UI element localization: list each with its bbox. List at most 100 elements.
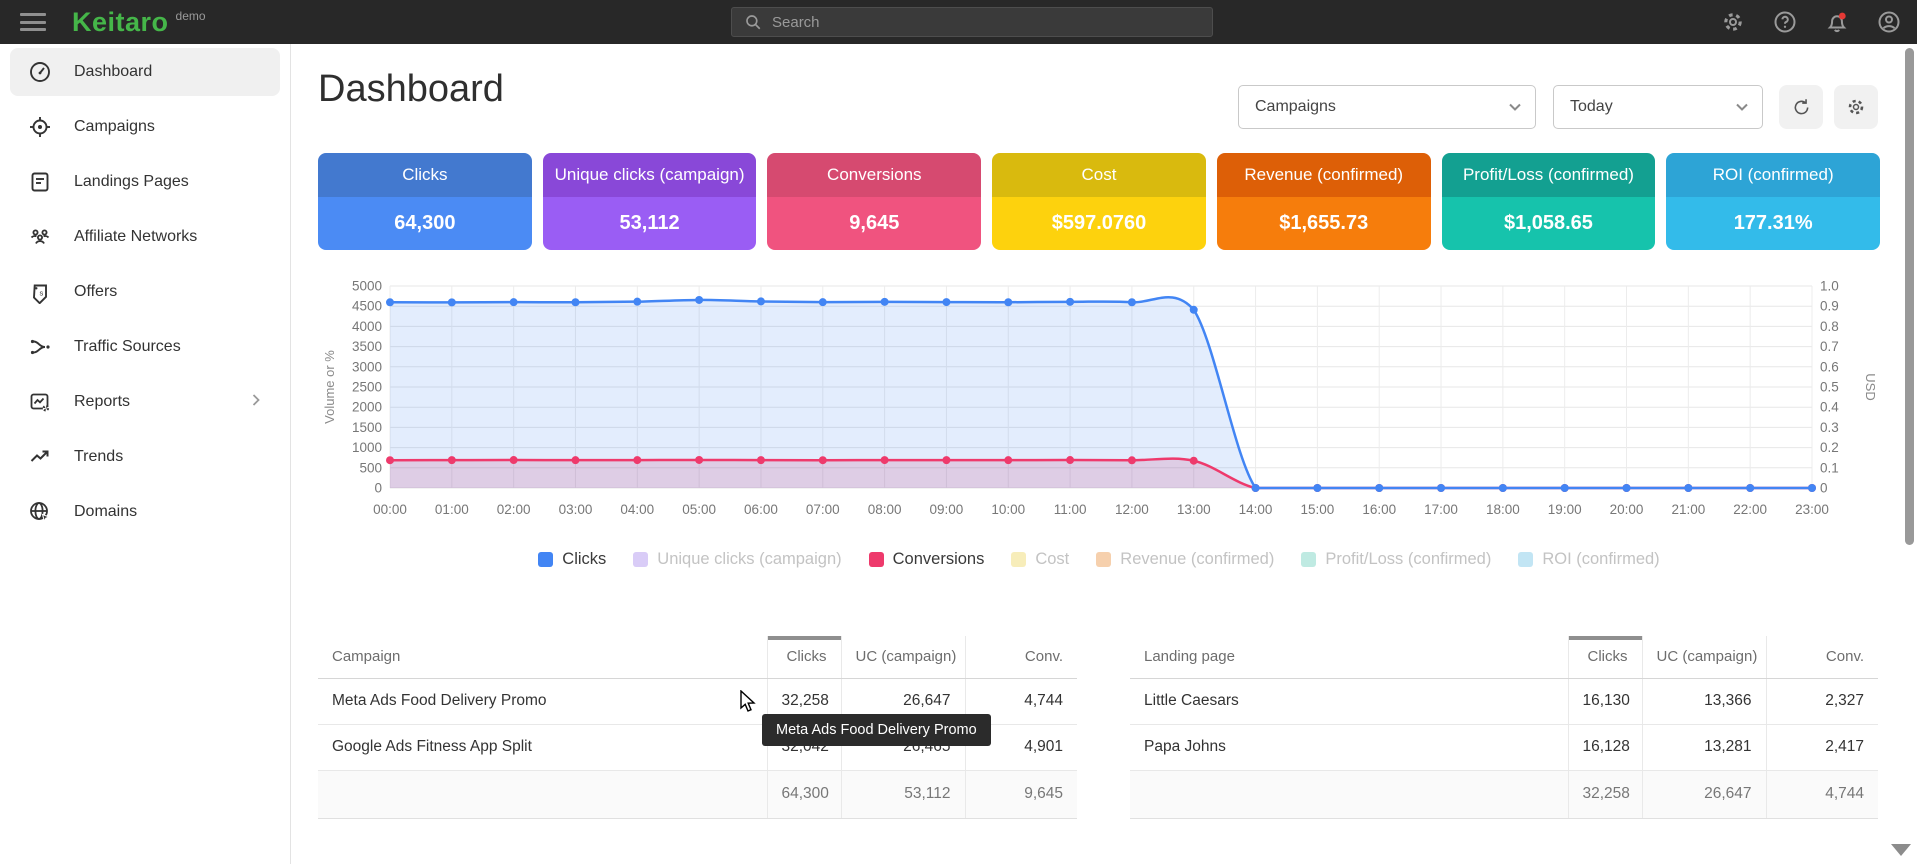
search-input[interactable] xyxy=(772,14,1212,31)
sidebar-item-campaigns[interactable]: Campaigns xyxy=(10,103,280,151)
account-icon[interactable] xyxy=(1877,10,1901,34)
landing-doc-icon xyxy=(28,170,52,194)
sidebar-item-trends[interactable]: Trends xyxy=(10,433,280,481)
svg-text:18:00: 18:00 xyxy=(1486,502,1520,517)
scroll-down-indicator[interactable] xyxy=(1891,844,1911,856)
row-value-cell: 2,417 xyxy=(1766,724,1878,770)
row-tooltip: Meta Ads Food Delivery Promo xyxy=(762,714,991,746)
stat-card-roi-confirmed-[interactable]: ROI (confirmed)177.31% xyxy=(1666,153,1880,250)
column-header-conv-[interactable]: Conv. xyxy=(1766,636,1878,678)
row-name-cell[interactable]: Google Ads Fitness App Split xyxy=(318,724,767,770)
stat-card-conversions[interactable]: Conversions9,645 xyxy=(767,153,981,250)
column-header-clicks[interactable]: Clicks xyxy=(1568,636,1642,678)
chevron-down-icon xyxy=(1734,99,1750,115)
total-cell xyxy=(318,770,767,818)
globe-cursor-icon xyxy=(28,500,52,524)
column-header-landing-page[interactable]: Landing page xyxy=(1130,636,1568,678)
row-name-cell[interactable]: Meta Ads Food Delivery Promo xyxy=(318,678,767,724)
stat-card-clicks[interactable]: Clicks64,300 xyxy=(318,153,532,250)
legend-swatch xyxy=(1096,552,1111,567)
svg-text:2500: 2500 xyxy=(352,380,382,395)
row-value-cell: 13,366 xyxy=(1642,678,1766,724)
stat-card-label: Cost xyxy=(992,153,1206,197)
svg-text:07:00: 07:00 xyxy=(806,502,840,517)
stat-card-value: 53,112 xyxy=(543,197,757,250)
column-header-clicks[interactable]: Clicks xyxy=(767,636,841,678)
topbar: Keitaro demo xyxy=(0,0,1917,44)
legend-item-clicks[interactable]: Clicks xyxy=(538,550,606,569)
help-icon[interactable] xyxy=(1773,10,1797,34)
sidebar-item-label: Dashboard xyxy=(74,63,152,81)
legend-label: Revenue (confirmed) xyxy=(1120,550,1274,569)
stat-card-cost[interactable]: Cost$597.0760 xyxy=(992,153,1206,250)
row-name-cell[interactable]: Papa Johns xyxy=(1130,724,1568,770)
app-logo: Keitaro xyxy=(72,7,169,38)
settings-icon[interactable] xyxy=(1721,10,1745,34)
legend-item-conversions[interactable]: Conversions xyxy=(869,550,985,569)
chevron-right-icon xyxy=(248,392,264,413)
sidebar-item-affiliate-networks[interactable]: Affiliate Networks xyxy=(10,213,280,261)
svg-text:0.3: 0.3 xyxy=(1820,420,1839,435)
group-select[interactable]: Campaigns xyxy=(1238,85,1536,129)
sidebar-item-dashboard[interactable]: Dashboard xyxy=(10,48,280,96)
stat-card-revenue-confirmed-[interactable]: Revenue (confirmed)$1,655.73 xyxy=(1217,153,1431,250)
row-value-cell: 13,281 xyxy=(1642,724,1766,770)
stat-card-profit-loss-confirmed-[interactable]: Profit/Loss (confirmed)$1,058.65 xyxy=(1442,153,1656,250)
search-box[interactable] xyxy=(731,7,1213,37)
stat-card-label: Conversions xyxy=(767,153,981,197)
legend-item-roi-confirmed-[interactable]: ROI (confirmed) xyxy=(1518,550,1659,569)
legend-label: Unique clicks (campaign) xyxy=(657,550,841,569)
legend-swatch xyxy=(1301,552,1316,567)
legend-item-cost[interactable]: Cost xyxy=(1011,550,1069,569)
svg-text:1000: 1000 xyxy=(352,440,382,455)
sidebar-item-label: Reports xyxy=(74,393,130,411)
sidebar-item-reports[interactable]: Reports xyxy=(10,378,280,426)
sidebar-item-landings-pages[interactable]: Landings Pages xyxy=(10,158,280,206)
sidebar-item-domains[interactable]: Domains xyxy=(10,488,280,536)
target-icon xyxy=(28,115,52,139)
menu-toggle-icon[interactable] xyxy=(20,13,46,31)
legend-swatch xyxy=(538,552,553,567)
svg-text:Volume or %: Volume or % xyxy=(322,350,337,424)
svg-text:0.5: 0.5 xyxy=(1820,380,1839,395)
table-row[interactable]: Papa Johns16,12813,2812,417 xyxy=(1130,724,1878,770)
column-header-uc-campaign-[interactable]: UC (campaign) xyxy=(1642,636,1766,678)
svg-text:12:00: 12:00 xyxy=(1115,502,1149,517)
svg-text:0.6: 0.6 xyxy=(1820,359,1839,374)
page-title: Dashboard xyxy=(318,68,504,111)
legend-label: Conversions xyxy=(893,550,985,569)
trend-arrow-icon xyxy=(28,445,52,469)
legend-swatch xyxy=(1518,552,1533,567)
stat-card-label: Profit/Loss (confirmed) xyxy=(1442,153,1656,197)
column-header-campaign[interactable]: Campaign xyxy=(318,636,767,678)
svg-text:10:00: 10:00 xyxy=(991,502,1025,517)
refresh-button[interactable] xyxy=(1779,85,1823,129)
sidebar-item-offers[interactable]: sOffers xyxy=(10,268,280,316)
legend-item-revenue-confirmed-[interactable]: Revenue (confirmed) xyxy=(1096,550,1274,569)
sidebar-item-traffic-sources[interactable]: Traffic Sources xyxy=(10,323,280,371)
svg-text:0.1: 0.1 xyxy=(1820,460,1839,475)
date-range-select[interactable]: Today xyxy=(1553,85,1763,129)
row-name-cell[interactable]: Little Caesars xyxy=(1130,678,1568,724)
total-cell: 32,258 xyxy=(1568,770,1642,818)
logo-demo-badge: demo xyxy=(176,9,206,23)
total-cell: 64,300 xyxy=(767,770,841,818)
dashboard-settings-button[interactable] xyxy=(1834,85,1878,129)
scrollbar-thumb[interactable] xyxy=(1905,48,1914,545)
stat-card-unique-clicks-campaign-[interactable]: Unique clicks (campaign)53,112 xyxy=(543,153,757,250)
report-gear-icon xyxy=(28,390,52,414)
price-tag-icon: s xyxy=(28,280,52,304)
notifications-icon[interactable] xyxy=(1825,10,1849,34)
column-header-conv-[interactable]: Conv. xyxy=(965,636,1077,678)
svg-text:0.7: 0.7 xyxy=(1820,339,1839,354)
svg-text:14:00: 14:00 xyxy=(1239,502,1273,517)
column-header-uc-campaign-[interactable]: UC (campaign) xyxy=(841,636,965,678)
row-value-cell: 16,128 xyxy=(1568,724,1642,770)
svg-text:0.9: 0.9 xyxy=(1820,299,1839,314)
table-row[interactable]: Little Caesars16,13013,3662,327 xyxy=(1130,678,1878,724)
svg-text:0.4: 0.4 xyxy=(1820,400,1839,415)
legend-item-profit-loss-confirmed-[interactable]: Profit/Loss (confirmed) xyxy=(1301,550,1491,569)
svg-text:4500: 4500 xyxy=(352,299,382,314)
refresh-icon xyxy=(1791,97,1812,118)
legend-item-unique-clicks-campaign-[interactable]: Unique clicks (campaign) xyxy=(633,550,841,569)
